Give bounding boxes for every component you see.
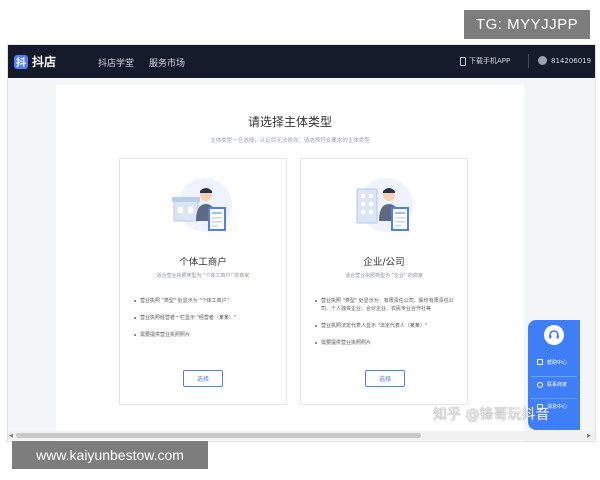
card-title: 个体工商户 [179,257,227,268]
help-center-link[interactable]: 帮助中心 [531,354,577,370]
scroll-right-icon[interactable]: ▶ [587,433,591,439]
help-doc-icon [537,359,543,365]
nav-item-academy[interactable]: 抖店学堂 [98,56,134,69]
scroll-left-icon[interactable]: ◀ [9,433,13,439]
tg-overlay-label: TG: MYYJJPP [464,10,590,39]
customer-service-icon[interactable] [544,325,564,345]
requirement-item: 营业执照 "类型" 处显示为：有限责任公司、股份有限责任公司、个人独资企业、合伙… [315,297,459,313]
requirement-item: 营业执照法定代表人显示 "法定代表人（某某）" [315,322,459,330]
card-description: 适合营业执照类型为 "个体工商户" 的商家 [156,273,250,279]
avatar [538,56,547,65]
account-id: 814206019 [551,56,592,65]
download-app-link[interactable]: 下载手机APP [460,56,510,66]
select-individual-button[interactable]: 选择 [183,370,223,387]
requirement-item: 营业执照经营者一栏显示 "经营者（某某）" [134,314,278,322]
horizontal-scrollbar[interactable]: ◀ ▶ [8,431,595,440]
requirement-item: 营业执照 "类型" 处显示为 "个体工商户" [134,297,278,305]
headset-icon [549,330,559,339]
nav-divider [528,54,529,68]
card-requirements-list: 营业执照 "类型" 处显示为 "个体工商户" 营业执照经营者一栏显示 "经营者（… [134,297,278,348]
phone-icon [460,56,466,66]
requirement-item: 需要提供营业执照照片 [315,339,459,347]
page-subtitle: 主体类型一旦选择，认证后无法修改，请选择符合要求的主体类型 [210,138,370,144]
brand-name: 抖店 [32,55,57,69]
brand-logo[interactable]: 抖 抖店 [14,53,56,70]
account-menu[interactable]: 814206019 [538,56,591,65]
card-title: 企业/公司 [363,257,405,268]
select-enterprise-button[interactable]: 选择 [365,370,405,387]
url-overlay-label: www.kaiyunbestow.com [12,441,208,469]
source-watermark: 知乎 @锋哥玩抖音 [433,407,550,423]
browser-screenshot: 抖 抖店 抖店学堂 服务市场 下载手机APP 814206019 请选择主体类型… [7,44,596,442]
card-requirements-list: 营业执照 "类型" 处显示为：有限责任公司、股份有限责任公司、个人独资企业、合伙… [315,297,459,356]
brand-logo-icon: 抖 [14,54,28,69]
page-title: 请选择主体类型 [247,115,332,129]
requirement-item: 需要提供营业执照照片 [134,331,278,339]
contact-merchant-link[interactable]: 联系商家 [531,376,577,392]
individual-business-illustration-icon [172,178,232,232]
headphone-icon [537,381,543,388]
card-individual-business[interactable]: 个体工商户 适合营业执照类型为 "个体工商户" 的商家 营业执照 "类型" 处显… [119,158,287,405]
card-enterprise-company[interactable]: 企业/公司 适合营业执照类型为 "企业" 的商家 营业执照 "类型" 处显示为：… [300,158,468,405]
download-app-label: 下载手机APP [469,57,511,65]
scrollbar-thumb[interactable] [16,433,421,438]
nav-item-service-market[interactable]: 服务市场 [149,56,185,69]
card-description: 适合营业执照类型为 "企业" 的商家 [345,273,423,279]
enterprise-company-illustration-icon [356,178,413,232]
top-navigation-bar: 抖 抖店 抖店学堂 服务市场 下载手机APP 814206019 [8,45,595,78]
